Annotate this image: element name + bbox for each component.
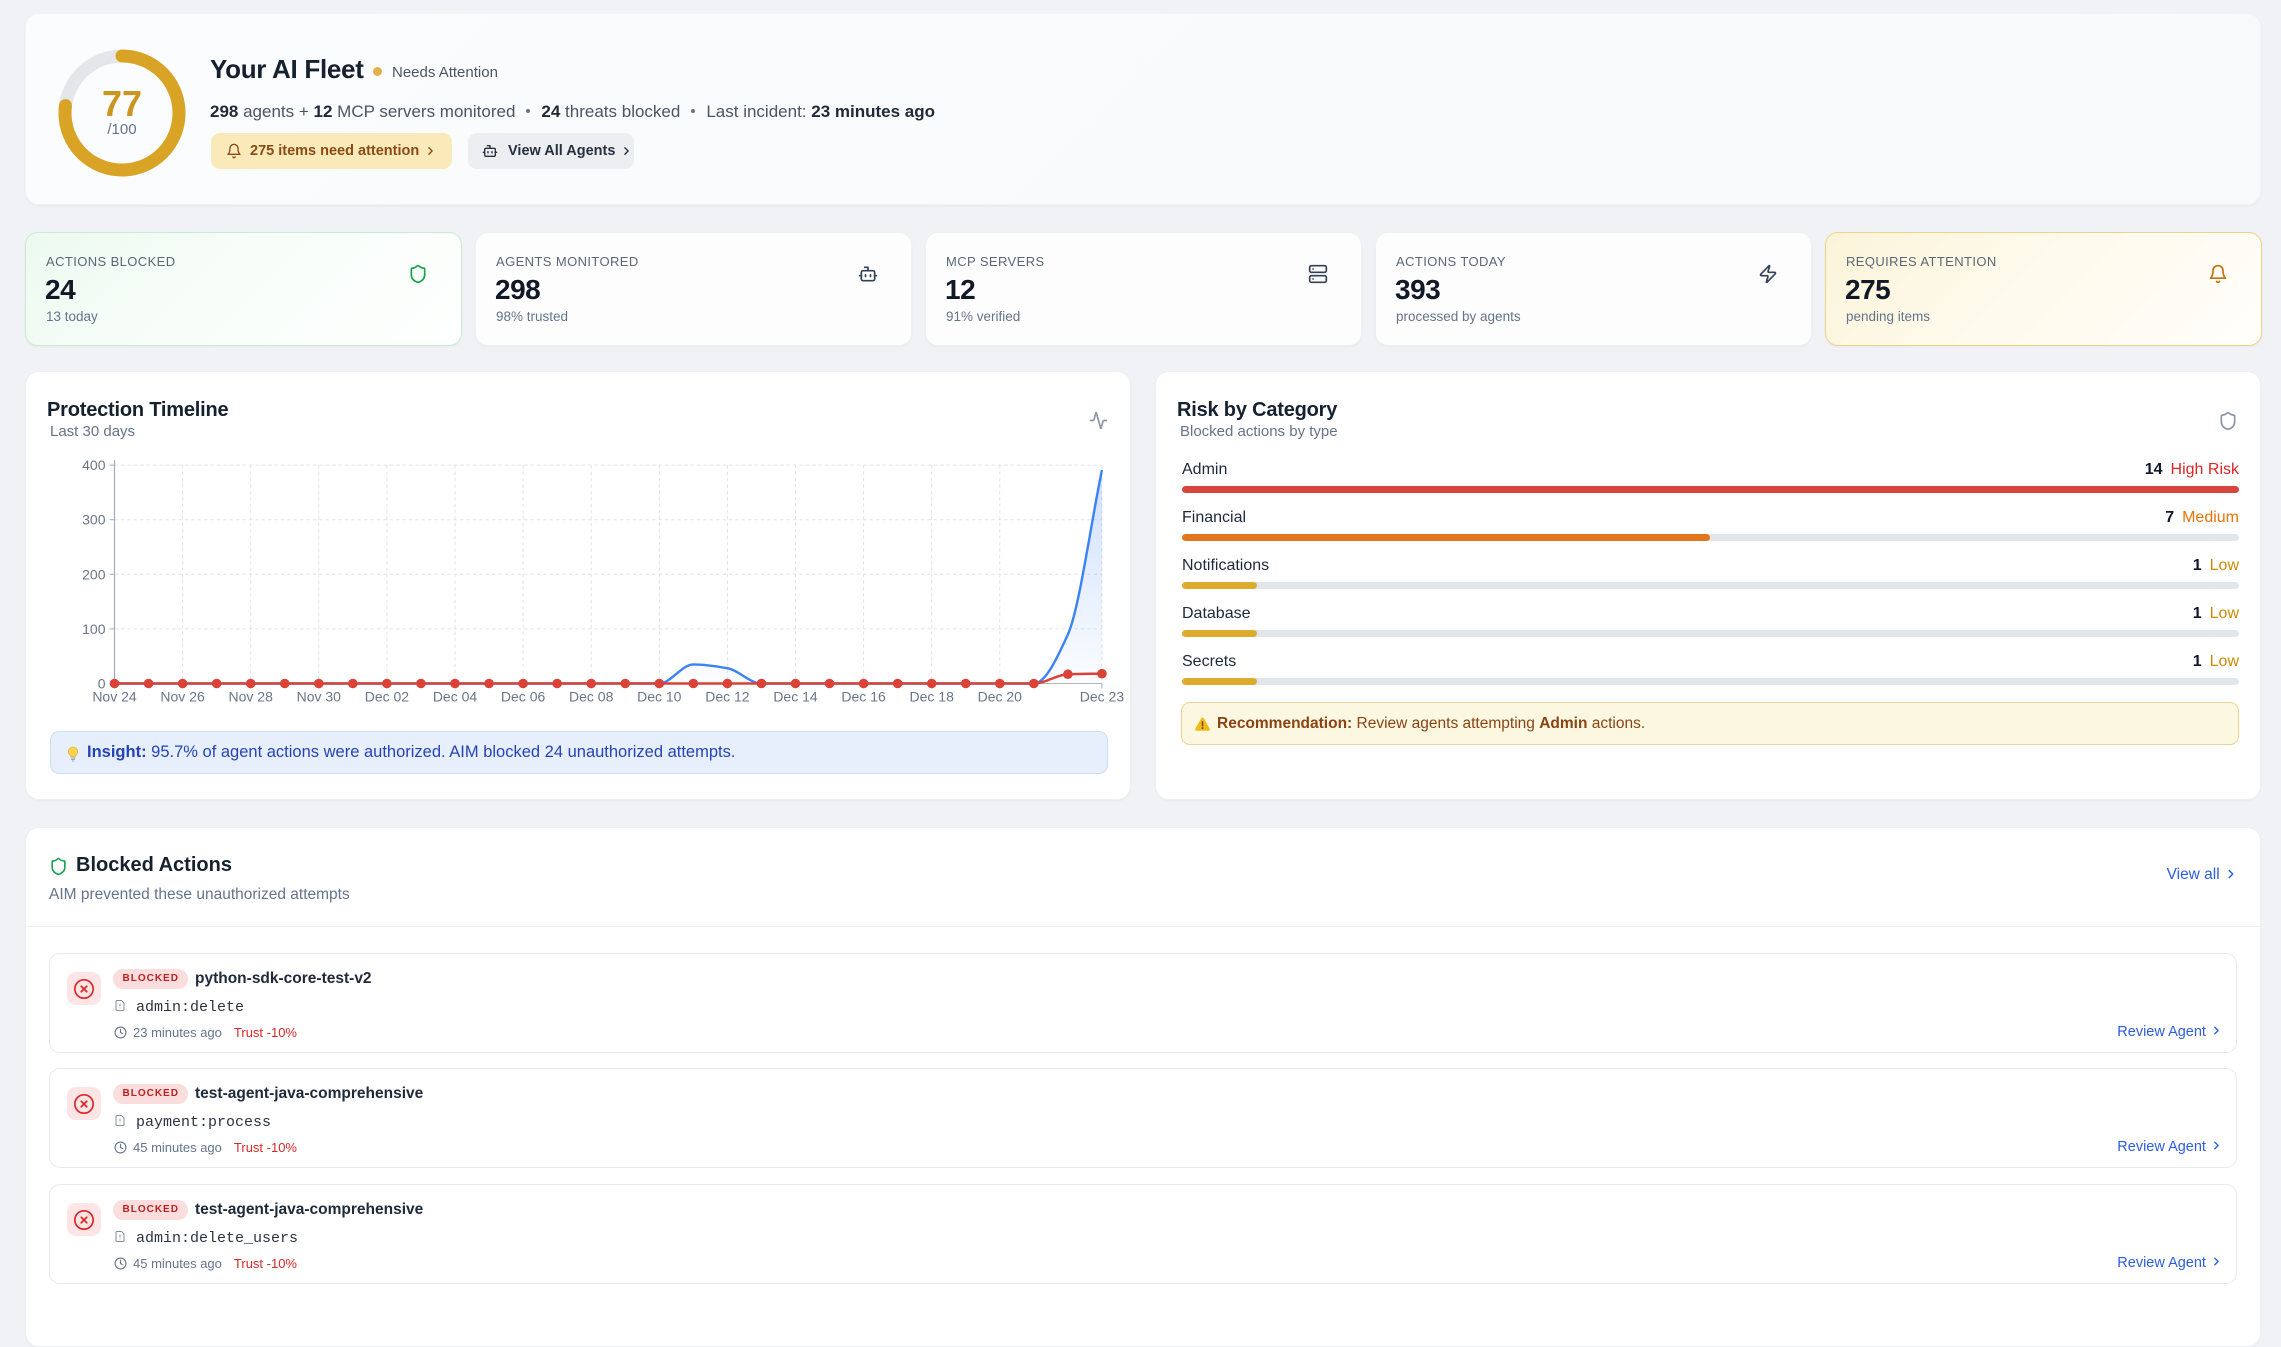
svg-text:Dec 23: Dec 23 <box>1080 688 1125 704</box>
svg-text:Dec 06: Dec 06 <box>501 688 546 704</box>
svg-text:400: 400 <box>82 457 106 473</box>
svg-text:100: 100 <box>82 621 106 637</box>
svg-text:300: 300 <box>82 512 106 528</box>
svg-text:Dec 20: Dec 20 <box>978 688 1023 704</box>
svg-text:Dec 02: Dec 02 <box>365 688 410 704</box>
svg-text:Dec 18: Dec 18 <box>910 688 955 704</box>
svg-text:Nov 28: Nov 28 <box>229 688 274 704</box>
svg-text:Dec 14: Dec 14 <box>773 688 818 704</box>
svg-text:Dec 08: Dec 08 <box>569 688 614 704</box>
svg-text:Dec 04: Dec 04 <box>433 688 478 704</box>
svg-text:200: 200 <box>82 566 106 582</box>
svg-text:Nov 26: Nov 26 <box>160 688 205 704</box>
svg-text:Nov 24: Nov 24 <box>92 688 137 704</box>
svg-text:Dec 16: Dec 16 <box>841 688 886 704</box>
svg-text:Dec 10: Dec 10 <box>637 688 682 704</box>
svg-text:Nov 30: Nov 30 <box>297 688 342 704</box>
svg-text:Dec 12: Dec 12 <box>705 688 750 704</box>
